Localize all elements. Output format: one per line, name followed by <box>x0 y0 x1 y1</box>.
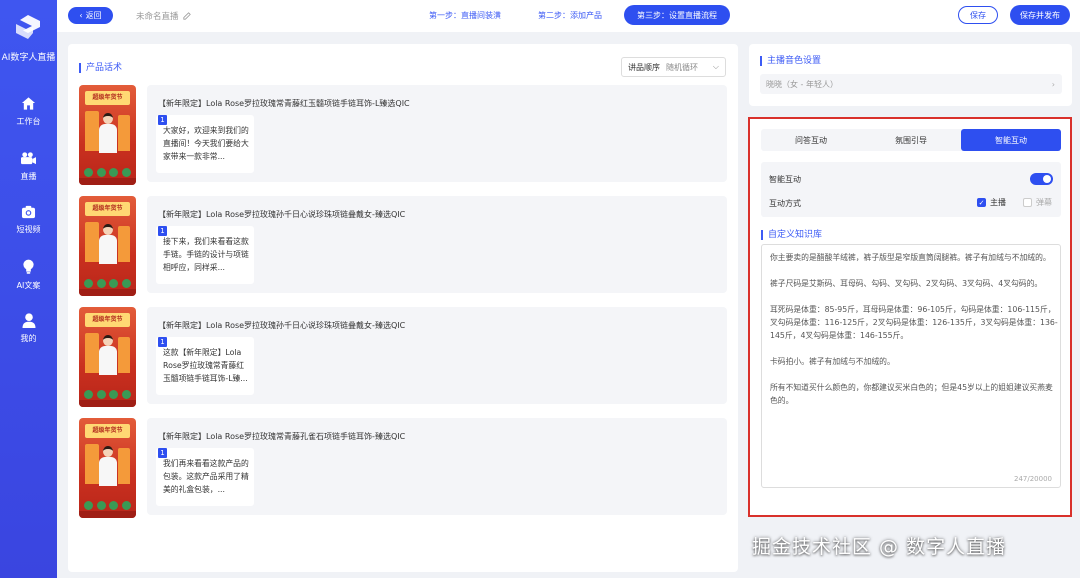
app-logo-icon <box>16 15 40 39</box>
tab-atmosphere[interactable]: 氛围引导 <box>861 129 961 151</box>
script-box[interactable]: 1 大家好，欢迎来到我们的直播间！今天我们要给大家带来一款非常... <box>156 115 254 173</box>
sidebar-item-label: 工作台 <box>16 117 41 126</box>
chevron-down-icon: ⌵ <box>712 62 719 71</box>
watermark: 掘金技术社区 @ 数字人直播 <box>752 536 1007 558</box>
product-row: 超级年货节 【新年限定】Lola Rose罗拉玫瑰孙千日心说珍珠项链叠戴女-臻选… <box>79 307 727 408</box>
step-3-active[interactable]: 第三步：设置直播流程 <box>624 5 730 25</box>
sidebar: AI数字人直播 工作台 直播 短视频 AI文案 我的 <box>0 0 57 578</box>
script-card[interactable]: 【新年限定】Lola Rose罗拉玫瑰孙千日心说珍珠项链叠戴女-臻选QIC 1 … <box>147 196 727 293</box>
kb-paragraph: 卡码拍小。裤子有加绒与不加绒的。 <box>770 357 895 366</box>
interaction-tabs: 问答互动 氛围引导 智能互动 <box>761 129 1061 151</box>
sidebar-item-label: 我的 <box>20 334 37 343</box>
script-card[interactable]: 【新年限定】Lola Rose罗拉玫瑰常青藤孔雀石项链手链耳饰-臻选QIC 1 … <box>147 418 727 515</box>
kb-paragraph: 你主要卖的是醋酸羊绒裤，裤子版型是窄版直筒阔腿裤。裤子有加绒与不加绒的。 <box>770 253 1051 262</box>
kb-section-title: 自定义知识库 <box>761 230 822 240</box>
checkbox-checked-icon: ✓ <box>977 198 986 207</box>
order-select[interactable]: 讲品顺序 随机循环 ⌵ <box>621 57 726 77</box>
product-name: 【新年限定】Lola Rose罗拉玫瑰孙千日心说珍珠项链叠戴女-臻选QIC <box>158 321 406 330</box>
sidebar-item-label: 短视频 <box>16 225 41 234</box>
script-text: 这款【新年限定】Lola Rose罗拉玫瑰常青藤红玉髓项链手链耳饰-L臻... <box>163 348 248 383</box>
brand-name: AI数字人直播 <box>1 53 56 63</box>
product-thumbnail[interactable]: 超级年货节 <box>79 307 136 407</box>
lightbulb-icon <box>23 259 34 274</box>
tab-qa[interactable]: 问答互动 <box>761 129 861 151</box>
smart-interaction-toggle[interactable] <box>1030 173 1053 185</box>
smart-interaction-label: 智能互动 <box>769 175 801 184</box>
script-card[interactable]: 【新年限定】Lola Rose罗拉玫瑰常青藤红玉髓项链手链耳饰-L臻选QIC 1… <box>147 85 727 182</box>
kb-paragraph: 裤子尺码是艾斯码、耳母码、勾码、叉勾码、2叉勾码、3叉勾码、4叉勾码的。 <box>770 279 1043 288</box>
voice-select[interactable]: 晓晓（女 - 年轻人） › <box>760 74 1062 94</box>
product-thumbnail[interactable]: 超级年货节 <box>79 85 136 185</box>
product-row: 超级年货节 【新年限定】Lola Rose罗拉玫瑰孙千日心说珍珠项链叠戴女-臻选… <box>79 196 727 297</box>
sidebar-item-short-video[interactable]: 短视频 <box>0 205 57 235</box>
product-name: 【新年限定】Lola Rose罗拉玫瑰常青藤孔雀石项链手链耳饰-臻选QIC <box>158 432 406 441</box>
section-title: 产品话术 <box>79 63 122 73</box>
interaction-mode-label: 互动方式 <box>769 199 801 208</box>
chevron-right-icon: › <box>1051 79 1055 89</box>
kb-paragraph: 所有不知道买什么颜色的，你都建议买米白色的；但是45岁以上的姐姐建议买燕麦色的。 <box>770 383 1053 405</box>
video-camera-icon <box>21 152 36 165</box>
order-label: 讲品顺序 <box>628 62 660 72</box>
voice-section-title: 主播音色设置 <box>760 56 821 66</box>
sidebar-item-workbench[interactable]: 工作台 <box>0 96 57 127</box>
save-button[interactable]: 保存 <box>958 6 998 24</box>
script-box[interactable]: 1 接下来，我们来看看这款手链。手链的设计与项链相呼应，同样采... <box>156 226 254 284</box>
edit-icon[interactable] <box>182 12 191 20</box>
checkbox-empty-icon <box>1023 198 1032 207</box>
sidebar-item-mine[interactable]: 我的 <box>0 313 57 344</box>
sidebar-item-live[interactable]: 直播 <box>0 151 57 182</box>
product-thumbnail[interactable]: 超级年货节 <box>79 418 136 518</box>
order-value: 随机循环 <box>666 62 698 72</box>
tab-smart[interactable]: 智能互动 <box>961 129 1061 151</box>
char-count: 247/20000 <box>1014 475 1052 483</box>
product-row: 超级年货节 【新年限定】Lola Rose罗拉玫瑰常青藤孔雀石项链手链耳饰-臻选… <box>79 418 727 519</box>
script-box[interactable]: 1 这款【新年限定】Lola Rose罗拉玫瑰常青藤红玉髓项链手链耳饰-L臻..… <box>156 337 254 395</box>
step-2[interactable]: 第二步：添加产品 <box>538 10 602 21</box>
sidebar-item-label: AI文案 <box>16 281 41 290</box>
sidebar-item-label: 直播 <box>20 172 37 181</box>
script-box[interactable]: 1 我们再来看看这款产品的包装。这款产品采用了精美的礼盒包装，... <box>156 448 254 506</box>
back-button[interactable]: ‹ 返回 <box>68 7 113 24</box>
knowledge-base-textarea[interactable]: 你主要卖的是醋酸羊绒裤，裤子版型是窄版直筒阔腿裤。裤子有加绒与不加绒的。 裤子尺… <box>761 244 1061 488</box>
voice-settings-panel: 主播音色设置 晓晓（女 - 年轻人） › <box>749 44 1072 106</box>
live-title[interactable]: 未命名直播 <box>136 10 191 22</box>
product-script-panel: 产品话术 讲品顺序 随机循环 ⌵ 超级年货节 【新年限定】Lola Rose罗拉… <box>68 44 738 572</box>
chevron-left-icon: ‹ <box>79 11 83 20</box>
danmaku-checkbox[interactable]: 弹幕 <box>1023 197 1052 208</box>
home-icon <box>21 97 36 110</box>
save-publish-button[interactable]: 保存并发布 <box>1010 5 1070 25</box>
kb-paragraph: 耳死码是体重：85-95斤，耳母码是体重：96-105斤，勾码是体重：106-1… <box>770 305 1058 340</box>
script-text: 我们再来看看这款产品的包装。这款产品采用了精美的礼盒包装，... <box>163 459 249 494</box>
step-1[interactable]: 第一步：直播间装潢 <box>429 10 501 21</box>
script-text: 接下来，我们来看看这款手链。手链的设计与项链相呼应，同样采... <box>163 237 249 272</box>
camera-icon <box>21 205 36 219</box>
product-row: 超级年货节 【新年限定】Lola Rose罗拉玫瑰常青藤红玉髓项链手链耳饰-L臻… <box>79 85 727 186</box>
product-name: 【新年限定】Lola Rose罗拉玫瑰常青藤红玉髓项链手链耳饰-L臻选QIC <box>158 99 410 108</box>
top-bar: ‹ 返回 未命名直播 第一步：直播间装潢 第二步：添加产品 第三步：设置直播流程… <box>57 0 1080 32</box>
product-thumbnail[interactable]: 超级年货节 <box>79 196 136 296</box>
sidebar-item-ai-copy[interactable]: AI文案 <box>0 259 57 291</box>
voice-value: 晓晓（女 - 年轻人） <box>766 79 838 89</box>
interaction-panel: 问答互动 氛围引导 智能互动 智能互动 互动方式 ✓ 主播 弹幕 自定义知识库 … <box>748 117 1072 517</box>
smart-settings: 智能互动 互动方式 ✓ 主播 弹幕 <box>761 162 1061 217</box>
script-card[interactable]: 【新年限定】Lola Rose罗拉玫瑰孙千日心说珍珠项链叠戴女-臻选QIC 1 … <box>147 307 727 404</box>
script-text: 大家好，欢迎来到我们的直播间！今天我们要给大家带来一款非常... <box>163 126 249 161</box>
user-icon <box>22 313 35 328</box>
product-name: 【新年限定】Lola Rose罗拉玫瑰孙千日心说珍珠项链叠戴女-臻选QIC <box>158 210 406 219</box>
anchor-checkbox[interactable]: ✓ 主播 <box>977 197 1006 208</box>
